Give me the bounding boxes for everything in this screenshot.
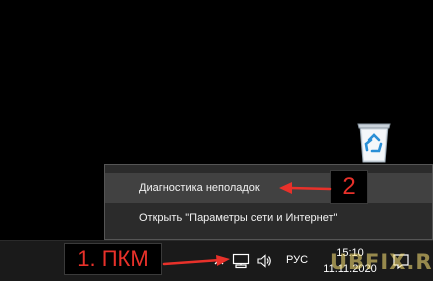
step1-annotation: 1. ПКМ	[64, 243, 162, 275]
volume-icon[interactable]	[256, 253, 272, 269]
menu-item-troubleshoot[interactable]: Диагностика неполадок	[105, 173, 432, 203]
menu-item-open-network-settings[interactable]: Открыть "Параметры сети и Интернет"	[105, 203, 432, 233]
watermark: UBFIX.RU	[330, 250, 433, 274]
step2-arrow	[279, 182, 332, 194]
network-icon[interactable]	[232, 253, 250, 269]
network-context-menu: Диагностика неполадок Открыть "Параметры…	[104, 164, 433, 240]
recycle-bin-icon[interactable]	[354, 120, 394, 164]
step2-annotation: 2	[330, 170, 368, 204]
language-indicator[interactable]: РУС	[286, 254, 308, 266]
step1-arrow	[162, 255, 230, 266]
